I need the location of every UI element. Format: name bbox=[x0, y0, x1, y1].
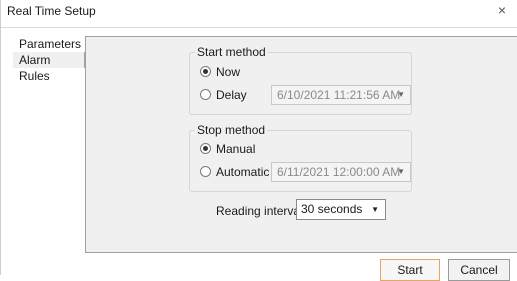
chevron-down-icon: ▼ bbox=[397, 167, 405, 176]
start-now-label: Now bbox=[216, 65, 241, 79]
cancel-button[interactable]: Cancel bbox=[448, 259, 510, 281]
start-delay-label: Delay bbox=[216, 88, 247, 102]
start-method-group: Start method Now Delay 6/10/2021 11:21:5… bbox=[189, 45, 412, 115]
title-bar: Real Time Setup × bbox=[1, 0, 517, 22]
title-divider bbox=[1, 27, 517, 28]
chevron-down-icon: ▼ bbox=[371, 205, 379, 214]
stop-manual-radio[interactable] bbox=[200, 143, 211, 154]
nav-item-parameters[interactable]: Parameters bbox=[13, 36, 85, 52]
start-delay-radio[interactable] bbox=[200, 89, 211, 100]
reading-interval-select[interactable]: 30 seconds ▼ bbox=[296, 199, 386, 220]
close-icon[interactable]: × bbox=[493, 1, 511, 19]
sidebar-nav: Parameters Alarm Rules bbox=[13, 36, 85, 83]
stop-method-title: Stop method bbox=[195, 123, 268, 137]
automatic-datetime-picker[interactable]: 6/11/2021 12:00:00 AM ▼ bbox=[271, 162, 411, 182]
stop-automatic-label: Automatic bbox=[216, 165, 270, 179]
stop-automatic-radio[interactable] bbox=[200, 166, 211, 177]
reading-interval-value: 30 seconds bbox=[301, 202, 363, 216]
window-title: Real Time Setup bbox=[7, 4, 96, 18]
automatic-datetime-value: 6/11/2021 12:00:00 AM bbox=[277, 165, 401, 179]
start-now-radio[interactable] bbox=[200, 66, 211, 77]
delay-datetime-value: 6/10/2021 11:21:56 AM bbox=[277, 88, 401, 102]
chevron-down-icon: ▼ bbox=[397, 90, 405, 99]
delay-datetime-picker[interactable]: 6/10/2021 11:21:56 AM ▼ bbox=[271, 85, 411, 105]
stop-method-group: Stop method Manual Automatic 6/11/2021 1… bbox=[189, 123, 412, 192]
stop-manual-label: Manual bbox=[216, 142, 256, 156]
start-button[interactable]: Start bbox=[380, 259, 440, 281]
start-method-title: Start method bbox=[195, 45, 268, 59]
nav-item-alarm-rules[interactable]: Alarm Rules bbox=[13, 52, 85, 83]
reading-interval-label: Reading interval: bbox=[216, 204, 307, 218]
dialog-window: Real Time Setup × Parameters Alarm Rules… bbox=[0, 0, 517, 281]
